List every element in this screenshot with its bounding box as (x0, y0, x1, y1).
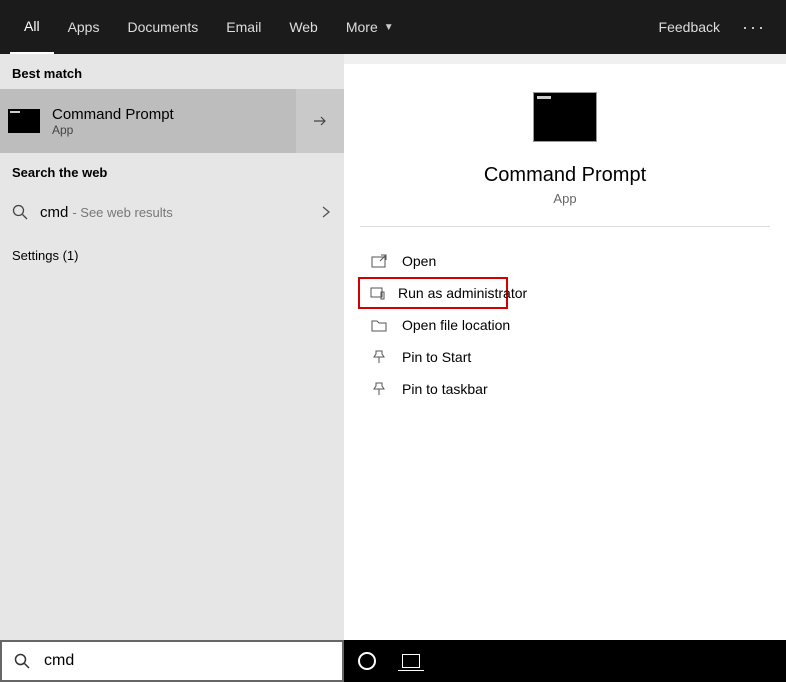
action-label: Pin to Start (402, 349, 471, 365)
chevron-right-icon (320, 206, 332, 218)
search-icon (12, 204, 32, 220)
preview-title: Command Prompt (360, 164, 770, 187)
preview-actions: Open Run as administrator Open file loca… (344, 245, 786, 405)
action-label: Open (402, 253, 436, 269)
taskbar (0, 640, 786, 682)
action-pin-to-taskbar[interactable]: Pin to taskbar (344, 373, 786, 405)
best-match-result: Command Prompt App (0, 89, 344, 153)
search-web-header: Search the web (0, 153, 344, 188)
action-open[interactable]: Open (344, 245, 786, 277)
preview-subtitle: App (360, 191, 770, 206)
tab-apps[interactable]: Apps (54, 0, 114, 54)
web-result-cmd[interactable]: cmd - See web results (0, 188, 344, 236)
result-command-prompt[interactable]: Command Prompt App (0, 89, 296, 153)
action-open-file-location[interactable]: Open file location (344, 309, 786, 341)
open-icon (368, 254, 390, 268)
web-hint-text: - See web results (72, 205, 172, 220)
feedback-link[interactable]: Feedback (647, 19, 732, 35)
tab-email[interactable]: Email (212, 0, 275, 54)
search-filter-tabs: All Apps Documents Email Web More▼ Feedb… (0, 0, 786, 54)
arrow-right-icon (312, 113, 328, 129)
options-menu-button[interactable]: ··· (732, 17, 776, 38)
tab-documents[interactable]: Documents (113, 0, 212, 54)
action-label: Pin to taskbar (402, 381, 488, 397)
tab-all[interactable]: All (10, 0, 54, 54)
result-title: Command Prompt (52, 106, 174, 123)
search-icon (14, 653, 32, 669)
command-prompt-icon (8, 109, 40, 133)
result-subtitle: App (52, 123, 174, 137)
action-run-as-administrator[interactable]: Run as administrator (358, 277, 508, 309)
search-input[interactable] (44, 652, 330, 670)
search-box[interactable] (0, 640, 344, 682)
results-panel: Best match Command Prompt App Search the… (0, 54, 344, 640)
web-query-text: cmd (40, 204, 68, 221)
preview-panel: Command Prompt App Open Run as administr (344, 64, 786, 640)
pin-icon (368, 350, 390, 364)
cortana-button[interactable] (358, 652, 376, 670)
action-label: Open file location (402, 317, 510, 333)
chevron-down-icon: ▼ (384, 22, 394, 33)
tab-more[interactable]: More▼ (332, 0, 408, 54)
result-expand-button[interactable] (296, 89, 344, 153)
best-match-header: Best match (0, 54, 344, 89)
command-prompt-icon (533, 92, 597, 142)
tab-web[interactable]: Web (275, 0, 332, 54)
settings-results[interactable]: Settings (1) (0, 236, 344, 275)
folder-icon (368, 318, 390, 332)
pin-icon (368, 382, 390, 396)
action-label: Run as administrator (398, 285, 527, 301)
admin-shield-icon (370, 286, 386, 300)
action-pin-to-start[interactable]: Pin to Start (344, 341, 786, 373)
task-view-button[interactable] (402, 654, 420, 668)
